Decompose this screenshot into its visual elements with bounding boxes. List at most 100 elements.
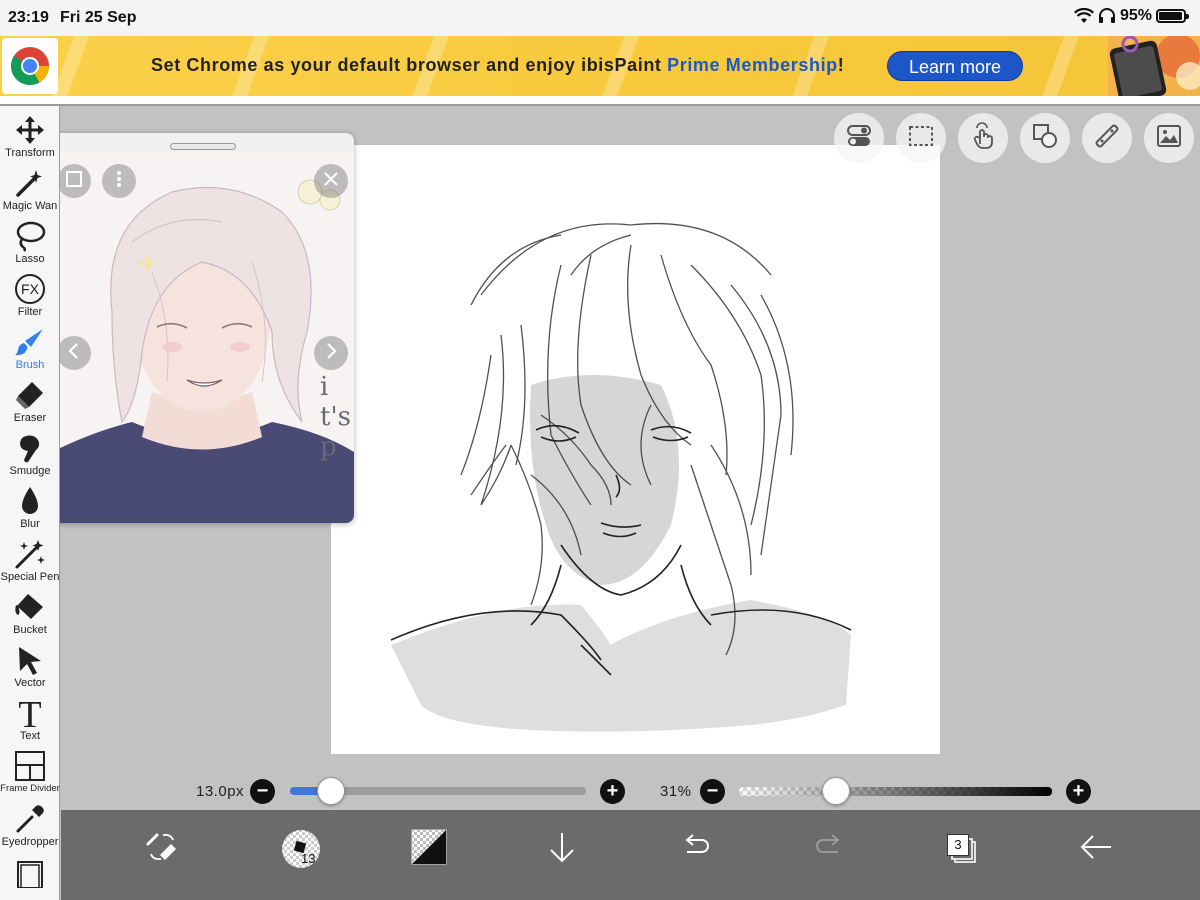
eraser-icon [13,379,47,411]
status-date: Fri 25 Sep [60,9,137,26]
tool-magic-wand[interactable]: Magic Wan [0,164,60,217]
brush-size-thumb[interactable] [317,777,346,805]
selection-button[interactable] [896,113,946,163]
color-swatch-icon [411,829,447,870]
fx-icon: FX [13,273,47,305]
toggle-icon [845,122,873,155]
swap-tool-button[interactable] [137,824,187,874]
tool-label: Filter [17,306,43,318]
reference-close-button[interactable] [314,164,348,198]
status-time: 23:19 [8,9,49,26]
close-icon [321,169,341,194]
svg-text:T: T [18,697,41,729]
tool-label: Vector [14,677,46,689]
lasso-icon [13,220,47,252]
tool-label: Transform [5,147,55,159]
tool-bucket[interactable]: Bucket [0,588,60,641]
brush-size-value: 13.0px [196,783,245,800]
undo-button[interactable] [671,824,721,874]
reference-prev-button[interactable] [57,336,91,370]
ad-text-highlight: Prime Membership [667,55,838,75]
ad-text-suffix: ! [837,55,845,75]
tool-transform[interactable]: Transform [0,111,60,164]
tool-label: Text [19,730,41,742]
drawing-canvas[interactable] [331,145,940,754]
layer-count: 3 [947,834,969,856]
chrome-logo-icon [2,38,58,94]
image-icon [1155,122,1183,155]
status-bar: 23:19 Fri 25 Sep 95% [0,0,1200,36]
battery-icon [1156,9,1189,23]
reference-fit-button[interactable] [57,164,91,198]
tool-smudge[interactable]: Smudge [0,429,60,482]
layers-button[interactable]: 3 [937,824,987,874]
brush-size-increase-button[interactable]: + [600,779,625,804]
toggle-button[interactable] [834,113,884,163]
left-toolbar: Transform Magic Wan Lasso FX Filter Brus… [0,106,60,900]
cursor-arrow-icon [13,644,47,676]
reference-window[interactable]: it's p [52,133,354,523]
tool-eraser[interactable]: Eraser [0,376,60,429]
download-button[interactable] [537,824,587,874]
opacity-decrease-button[interactable]: − [700,779,725,804]
ad-text-prefix: Set Chrome as your default browser and e… [151,55,668,75]
frame-divider-icon [13,750,47,782]
reference-next-button[interactable] [314,336,348,370]
canvas-frame-icon [13,856,47,888]
tool-text[interactable]: T Text [0,694,60,747]
ad-banner[interactable]: Set Chrome as your default browser and e… [0,36,1200,96]
eyedropper-icon [13,803,47,835]
ruler-icon [1093,122,1121,155]
swap-brush-eraser-icon [145,830,179,869]
tool-frame-divider[interactable]: Frame Divider [0,747,60,800]
tool-lasso[interactable]: Lasso [0,217,60,270]
brush-icon [13,326,47,358]
opacity-value: 31% [660,783,692,800]
banner-divider [0,96,1200,106]
minus-icon: − [256,780,269,802]
tool-eyedropper[interactable]: Eyedropper [0,800,60,853]
touch-button[interactable] [958,113,1008,163]
touch-icon [969,121,997,155]
reference-image-button[interactable] [1144,113,1194,163]
reference-menu-button[interactable] [102,164,136,198]
reference-drag-handle[interactable] [170,143,236,150]
minus-icon: − [706,780,719,802]
brush-size-decrease-button[interactable]: − [250,779,275,804]
undo-icon [681,832,711,867]
tool-blur[interactable]: Blur [0,482,60,535]
ruler-button[interactable] [1082,113,1132,163]
brush-selector-button[interactable]: 13 [271,824,331,874]
tool-special-pen[interactable]: Special Pen [0,535,60,588]
tool-vector[interactable]: Vector [0,641,60,694]
chevron-left-icon [64,341,84,366]
opacity-increase-button[interactable]: + [1066,779,1091,804]
chevron-right-icon [321,341,341,366]
more-vertical-icon [109,169,129,194]
tool-label: Eraser [13,412,47,424]
learn-more-button[interactable]: Learn more [887,51,1023,81]
square-icon [64,169,84,194]
paint-bucket-icon [13,591,47,623]
layers-icon: 3 [947,834,977,864]
sketch-artwork [390,222,852,732]
plus-icon: + [1072,780,1085,802]
move-arrows-icon [13,114,47,146]
tool-label: Blur [20,518,40,530]
text-t-icon: T [13,697,47,729]
sparkle-pen-icon [13,538,47,570]
opacity-slider[interactable] [739,787,1052,796]
ad-phone-image [1108,36,1200,96]
redo-icon [814,832,844,867]
back-button[interactable] [1071,824,1121,874]
tool-filter[interactable]: FX Filter [0,270,60,323]
tool-label: Special Pen [0,571,60,583]
shapes-button[interactable] [1020,113,1070,163]
redo-button[interactable] [804,824,854,874]
tool-more[interactable] [0,853,60,900]
color-button[interactable] [404,824,454,874]
tool-brush[interactable]: Brush [0,323,60,376]
opacity-thumb[interactable] [822,777,851,805]
reference-image[interactable]: it's p [52,152,354,523]
battery-percent: 95% [1119,7,1152,24]
